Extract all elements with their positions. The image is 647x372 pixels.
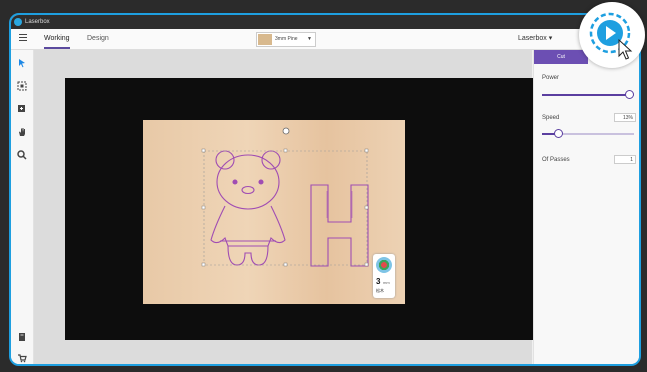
camera-preview: 3 mm 松木 <box>65 78 536 340</box>
material-unit: mm <box>383 280 390 285</box>
workspace-canvas[interactable]: 3 mm 松木 <box>34 50 536 364</box>
power-slider[interactable] <box>542 90 635 99</box>
material-code-icon <box>376 257 392 273</box>
title-bar: Laserbox <box>11 15 639 29</box>
app-logo-icon <box>14 18 22 26</box>
app-title: Laserbox <box>25 19 50 25</box>
zoom-icon[interactable] <box>17 150 27 160</box>
power-slider-knob[interactable] <box>625 90 635 99</box>
select-arrow-icon[interactable] <box>17 58 27 68</box>
selection-box[interactable] <box>201 127 369 267</box>
tab-design[interactable]: Design <box>87 29 109 49</box>
cart-icon[interactable] <box>17 353 27 363</box>
tab-working[interactable]: Working <box>44 29 70 49</box>
material-select[interactable]: 3mm Pine ▼ <box>256 32 316 47</box>
design-layer <box>201 127 369 267</box>
top-toolbar: Working Design 3mm Pine ▼ Laserbox ▾ <box>11 29 639 50</box>
settings-panel: Cut Power Speed 13% Of Passes 1 <box>533 50 639 364</box>
book-icon[interactable] <box>17 332 27 342</box>
power-slider-fill <box>542 94 630 96</box>
pan-hand-icon[interactable] <box>17 127 27 137</box>
scan-icon[interactable] <box>17 81 27 91</box>
material-thickness: 3 <box>376 277 381 286</box>
app-window: Laserbox Working Design 3mm Pine ▼ Laser… <box>9 13 641 366</box>
material-type: 松木 <box>376 288 384 293</box>
bear-shape[interactable] <box>210 150 286 266</box>
letter-h-shape[interactable] <box>310 184 369 267</box>
speed-label: Speed <box>542 115 560 121</box>
rotate-handle-icon[interactable] <box>282 127 290 135</box>
passes-label: Of Passes <box>542 157 570 163</box>
material-name: 3mm Pine <box>275 36 298 42</box>
passes-value-input[interactable]: 1 <box>614 155 636 164</box>
add-shape-icon[interactable] <box>17 104 27 114</box>
chevron-down-icon: ▼ <box>307 36 312 42</box>
material-code-badge: 3 mm 松木 <box>373 254 395 298</box>
power-label: Power <box>542 75 560 81</box>
material-swatch <box>258 34 272 45</box>
speed-slider[interactable] <box>542 129 634 138</box>
device-select[interactable]: Laserbox ▾ <box>518 29 552 49</box>
speed-slider-knob[interactable] <box>553 129 563 138</box>
speed-value-input[interactable]: 13% <box>614 113 636 122</box>
start-button[interactable] <box>579 2 645 68</box>
hamburger-menu-icon[interactable] <box>19 34 27 43</box>
left-toolbar <box>11 50 34 364</box>
